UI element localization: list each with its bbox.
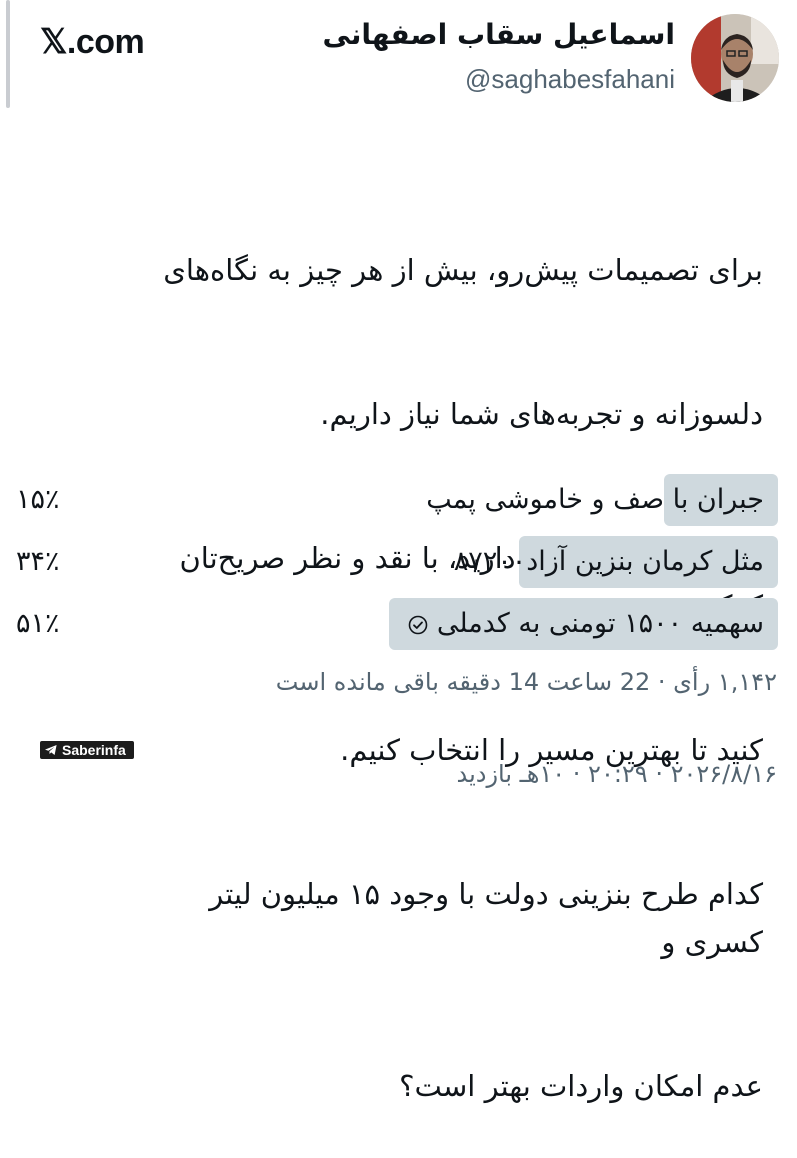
tweet-timestamp-views: ۲۰۲۶/۸/۱۶ · ۲۰:۲۹ · ۱۰هـ بازدید: [456, 760, 778, 788]
watermark: Saberinfa: [40, 741, 134, 759]
poll-option[interactable]: مثل کرمان بنزین آزاد۸۷۲۰۰ ۳۴٪: [16, 536, 778, 588]
tweet-line: برای تصمیمات پیش‌رو، بیش از هر چیز به نگ…: [163, 253, 763, 287]
tweet-line: کدام طرح بنزینی دولت با وجود ۱۵ میلیون ل…: [199, 877, 763, 959]
poll-option-percent: ۱۵٪: [16, 484, 60, 515]
brand-logo: 𝕏.com: [40, 22, 145, 62]
poll-option-selected[interactable]: سهمیه ۱۵۰۰ تومنی به کدملی ۵۱٪: [16, 598, 778, 650]
poll-option[interactable]: جبران با صف و خاموشی پمپ ۱۵٪: [16, 474, 778, 526]
tweet-line: عدم امکان واردات بهتر است؟: [399, 1069, 763, 1103]
user-handle[interactable]: @saghabesfahani: [465, 64, 675, 95]
profile-photo: [691, 14, 779, 102]
left-divider: [6, 0, 10, 108]
tweet-line: دلسوزانه و تجربه‌های شما نیاز داریم.: [320, 397, 763, 431]
telegram-icon: [45, 745, 57, 755]
poll-option-percent: ۵۱٪: [16, 608, 60, 639]
poll: جبران با صف و خاموشی پمپ ۱۵٪ مثل کرمان ب…: [16, 474, 778, 660]
poll-meta: ۱,۱۴۲ رأی · 22 ساعت 14 دقیقه باقی مانده …: [275, 668, 777, 696]
display-name[interactable]: اسماعیل سقاب اصفهانی: [323, 18, 675, 51]
brand-text: 𝕏.com: [40, 23, 145, 61]
poll-option-percent: ۳۴٪: [16, 546, 60, 577]
avatar[interactable]: [691, 14, 779, 102]
watermark-text: Saberinfa: [62, 742, 126, 758]
